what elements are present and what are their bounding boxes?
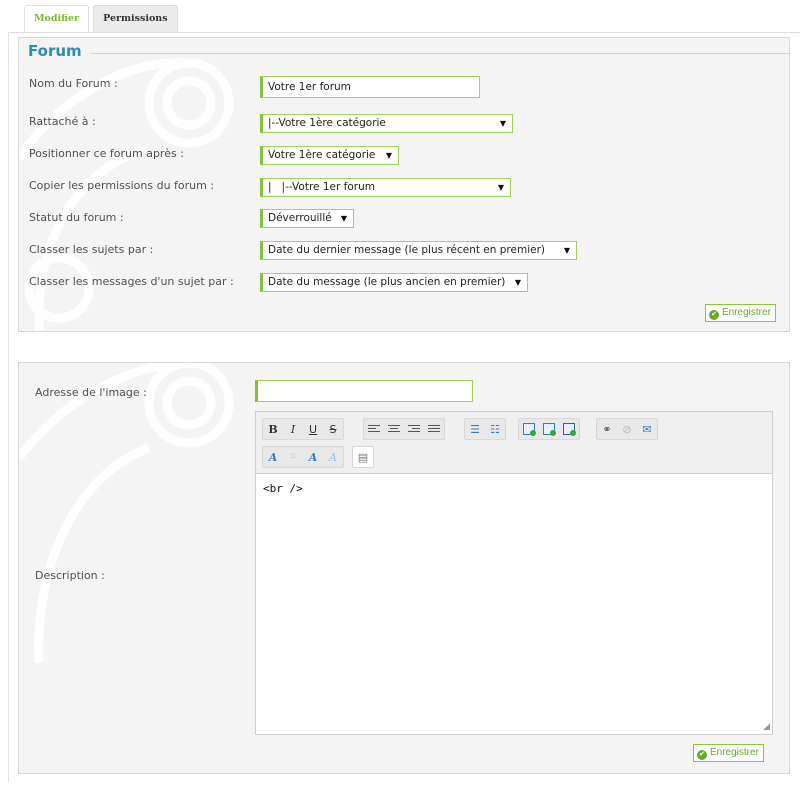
image-save-icon[interactable]: [559, 419, 579, 439]
save-button-label: Enregistrer: [722, 307, 771, 318]
sort-posts-label: Classer les messages d'un sujet par :: [29, 275, 234, 288]
font-color-icon[interactable]: A: [263, 447, 283, 467]
sort-topics-select[interactable]: Date du dernier message (le plus récent …: [260, 241, 577, 260]
tab-permissions[interactable]: Permissions: [93, 5, 178, 32]
chevron-down-icon: ▼: [385, 151, 392, 160]
copy-permissions-select[interactable]: | |--Votre 1er forum ▼: [260, 178, 511, 197]
chevron-down-icon: ▼: [514, 278, 521, 287]
sort-topics-label: Classer les sujets par :: [29, 243, 154, 256]
parent-select[interactable]: |--Votre 1ère catégorie ▼: [260, 114, 513, 133]
link-icon[interactable]: ⚭: [597, 419, 617, 439]
bold-icon[interactable]: B: [263, 419, 283, 439]
description-panel: Adresse de l'image : Description : B I U…: [18, 362, 790, 774]
bullet-list-icon[interactable]: ☰: [465, 419, 485, 439]
text-style-group: B I U S: [262, 418, 344, 440]
chevron-down-icon: ▼: [497, 183, 504, 192]
parent-label: Rattaché à :: [29, 115, 96, 128]
underline-icon[interactable]: U: [303, 419, 323, 439]
tab-modifier[interactable]: Modifier: [24, 5, 90, 33]
chevron-down-icon: ▼: [499, 119, 506, 128]
tab-bar: Modifier Permissions: [24, 5, 178, 33]
forum-settings-panel: Forum Nom du Forum : Votre 1er forum Rat…: [18, 37, 790, 332]
numbered-list-icon[interactable]: ☷: [485, 419, 505, 439]
status-select[interactable]: Déverrouillé ▼: [260, 209, 354, 228]
source-group: ▤: [352, 446, 374, 468]
sort-posts-select-value: Date du message (le plus ancien en premi…: [268, 276, 506, 288]
sort-topics-select-value: Date du dernier message (le plus récent …: [268, 244, 545, 256]
align-right-icon[interactable]: [404, 419, 424, 439]
image-address-input[interactable]: [255, 380, 473, 402]
forum-name-input[interactable]: Votre 1er forum: [260, 76, 480, 98]
justify-icon[interactable]: [424, 419, 444, 439]
description-label: Description :: [35, 569, 105, 582]
font-face-icon[interactable]: A: [303, 447, 323, 467]
copy-permissions-select-value: | |--Votre 1er forum: [268, 181, 375, 193]
save-button-label: Enregistrer: [710, 747, 759, 758]
email-icon[interactable]: ✉: [637, 419, 657, 439]
content-border: [8, 32, 9, 782]
chevron-down-icon: ▼: [563, 246, 570, 255]
unlink-icon[interactable]: ⊘: [617, 419, 637, 439]
image-copy-icon[interactable]: [539, 419, 559, 439]
parent-select-value: |--Votre 1ère catégorie: [268, 117, 386, 129]
source-icon[interactable]: ▤: [353, 447, 373, 467]
resize-handle-icon[interactable]: ◢: [763, 722, 770, 732]
forum-name-label: Nom du Forum :: [29, 77, 118, 90]
position-select[interactable]: Votre 1ère catégorie ▼: [260, 146, 399, 165]
link-group: ⚭ ⊘ ✉: [596, 418, 658, 440]
image-address-label: Adresse de l'image :: [35, 386, 147, 399]
list-group: ☰ ☷: [464, 418, 506, 440]
image-icon[interactable]: [519, 419, 539, 439]
tab-divider: [8, 32, 800, 33]
status-label: Statut du forum :: [29, 211, 124, 224]
font-group: A ⁙ A A: [262, 446, 344, 468]
editor-toolbar: B I U S ☰ ☷ ⚭ ⊘ ✉ A ⁙ A A ▤: [256, 412, 772, 474]
sort-posts-select[interactable]: Date du message (le plus ancien en premi…: [260, 273, 528, 292]
chevron-down-icon: ▼: [340, 214, 347, 223]
alignment-group: [363, 418, 445, 440]
strike-icon[interactable]: S: [323, 419, 343, 439]
italic-icon[interactable]: I: [283, 419, 303, 439]
align-left-icon[interactable]: [364, 419, 384, 439]
legend-divider: [91, 53, 789, 54]
forum-legend: Forum: [28, 42, 82, 60]
background-color-icon[interactable]: ⁙: [283, 447, 303, 467]
check-circle-icon: ✔: [709, 310, 719, 320]
save-button[interactable]: ✔ Enregistrer: [693, 744, 764, 762]
image-group: [518, 418, 580, 440]
save-button[interactable]: ✔ Enregistrer: [705, 304, 776, 322]
clear-format-icon[interactable]: A: [323, 447, 343, 467]
rich-text-editor: B I U S ☰ ☷ ⚭ ⊘ ✉ A ⁙ A A ▤ <br /> ◢: [255, 411, 773, 735]
align-center-icon[interactable]: [384, 419, 404, 439]
position-select-value: Votre 1ère catégorie: [268, 149, 376, 161]
check-circle-icon: ✔: [697, 750, 707, 760]
copy-permissions-label: Copier les permissions du forum :: [29, 179, 215, 192]
position-label: Positionner ce forum après :: [29, 147, 184, 160]
status-select-value: Déverrouillé: [268, 212, 332, 224]
editor-content[interactable]: <br />: [256, 474, 772, 734]
